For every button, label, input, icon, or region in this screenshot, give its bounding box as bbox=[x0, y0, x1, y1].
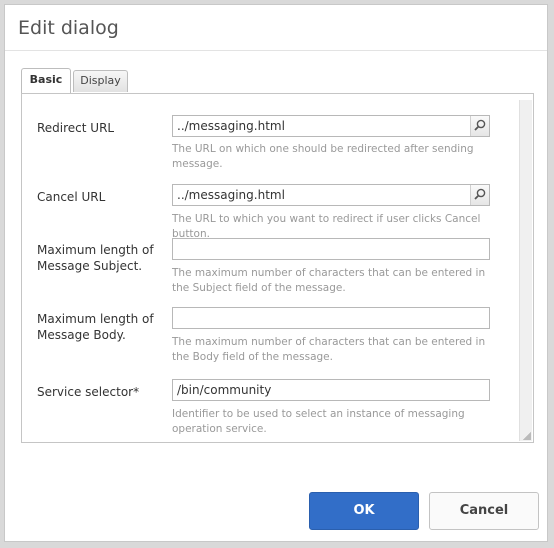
search-icon bbox=[474, 119, 486, 131]
redirect-url-input[interactable]: ../messaging.html bbox=[172, 115, 490, 137]
cancel-url-label: Cancel URL bbox=[37, 190, 106, 204]
cancel-button[interactable]: Cancel bbox=[429, 492, 539, 530]
max-subject-label: Maximum length of Message Subject. bbox=[37, 242, 154, 274]
max-subject-help: The maximum number of characters that ca… bbox=[172, 267, 486, 294]
edit-dialog: Edit dialog Basic Display Redirect URL .… bbox=[4, 4, 548, 542]
max-body-label: Maximum length of Message Body. bbox=[37, 311, 154, 343]
service-selector-label: Service selector* bbox=[37, 385, 140, 399]
tab-display[interactable]: Display bbox=[73, 70, 128, 92]
basic-tab-panel: Redirect URL ../messaging.html The URL o… bbox=[21, 93, 534, 443]
redirect-url-label: Redirect URL bbox=[37, 121, 115, 135]
redirect-url-value: ../messaging.html bbox=[177, 119, 285, 133]
service-selector-input[interactable]: /bin/community bbox=[172, 379, 490, 401]
max-subject-input[interactable] bbox=[172, 238, 490, 260]
panel-scrollbar[interactable] bbox=[519, 100, 532, 441]
redirect-url-help: The URL on which one should be redirecte… bbox=[172, 143, 474, 170]
cancel-url-value: ../messaging.html bbox=[177, 188, 285, 202]
max-body-label-line2: Message Body. bbox=[37, 328, 126, 342]
search-icon bbox=[474, 188, 486, 200]
max-body-help: The maximum number of characters that ca… bbox=[172, 336, 486, 363]
title-divider bbox=[5, 50, 547, 51]
max-subject-label-line2: Message Subject. bbox=[37, 259, 143, 273]
redirect-url-browse-button[interactable] bbox=[470, 116, 489, 136]
service-selector-help: Identifier to be used to select an insta… bbox=[172, 408, 465, 435]
max-subject-label-line1: Maximum length of bbox=[37, 243, 154, 257]
max-body-input[interactable] bbox=[172, 307, 490, 329]
dialog-title: Edit dialog bbox=[18, 17, 119, 39]
resize-grip[interactable] bbox=[523, 432, 531, 440]
tab-basic[interactable]: Basic bbox=[21, 68, 71, 94]
ok-button[interactable]: OK bbox=[309, 492, 419, 530]
cancel-url-browse-button[interactable] bbox=[470, 185, 489, 205]
cancel-url-input[interactable]: ../messaging.html bbox=[172, 184, 490, 206]
max-body-label-line1: Maximum length of bbox=[37, 312, 154, 326]
